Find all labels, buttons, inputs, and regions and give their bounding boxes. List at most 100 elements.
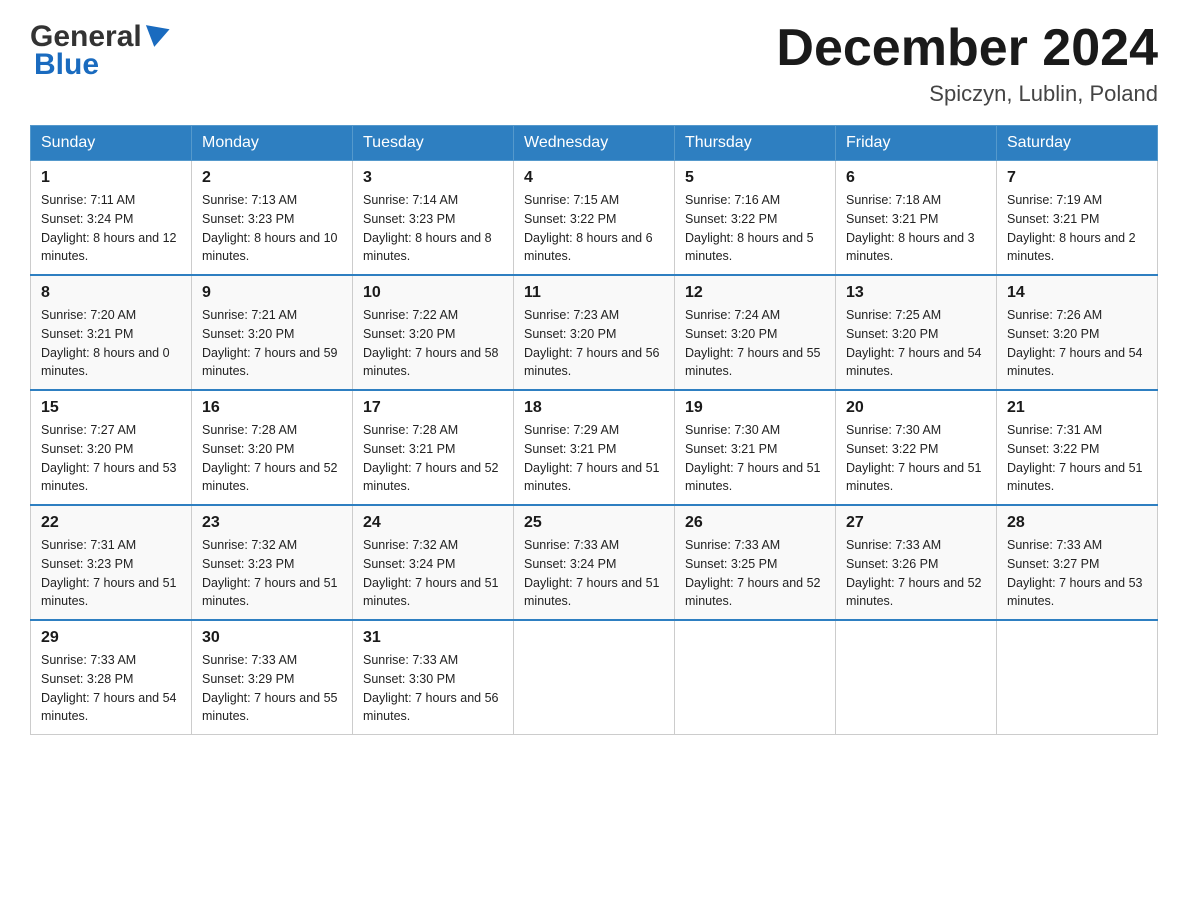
calendar-cell: 23Sunrise: 7:32 AMSunset: 3:23 PMDayligh… xyxy=(192,505,353,620)
week-row-4: 22 Sunrise: 7:31 AMSunset: 3:23 PMDayligh… xyxy=(31,505,1158,620)
day-info: Sunrise: 7:23 AMSunset: 3:20 PMDaylight:… xyxy=(524,306,664,381)
day-number: 1 xyxy=(41,169,181,187)
calendar-cell: 16 Sunrise: 7:28 AMSunset: 3:20 PMDayligh… xyxy=(192,390,353,505)
calendar-cell: 8 Sunrise: 7:20 AMSunset: 3:21 PMDaylight… xyxy=(31,275,192,390)
calendar-cell: 9 Sunrise: 7:21 AMSunset: 3:20 PMDaylight… xyxy=(192,275,353,390)
day-info: Sunrise: 7:33 AMSunset: 3:26 PMDaylight:… xyxy=(846,536,986,611)
day-number: 10 xyxy=(363,284,503,302)
day-number: 31 xyxy=(363,629,503,647)
calendar-cell xyxy=(836,620,997,735)
calendar-cell: 21Sunrise: 7:31 AMSunset: 3:22 PMDayligh… xyxy=(997,390,1158,505)
calendar-cell: 4 Sunrise: 7:15 AMSunset: 3:22 PMDaylight… xyxy=(514,161,675,276)
header-thursday: Thursday xyxy=(675,126,836,161)
day-info: Sunrise: 7:13 AMSunset: 3:23 PMDaylight:… xyxy=(202,191,342,266)
day-number: 26 xyxy=(685,514,825,532)
day-number: 6 xyxy=(846,169,986,187)
week-row-1: 1 Sunrise: 7:11 AMSunset: 3:24 PMDaylight… xyxy=(31,161,1158,276)
day-info: Sunrise: 7:33 AMSunset: 3:27 PMDaylight:… xyxy=(1007,536,1147,611)
day-info: Sunrise: 7:33 AMSunset: 3:30 PMDaylight:… xyxy=(363,651,503,726)
day-info: Sunrise: 7:15 AMSunset: 3:22 PMDaylight:… xyxy=(524,191,664,266)
day-info: Sunrise: 7:31 AMSunset: 3:23 PMDaylight:… xyxy=(41,536,181,611)
calendar-cell: 31 Sunrise: 7:33 AMSunset: 3:30 PMDayligh… xyxy=(353,620,514,735)
calendar-cell: 22 Sunrise: 7:31 AMSunset: 3:23 PMDayligh… xyxy=(31,505,192,620)
header-monday: Monday xyxy=(192,126,353,161)
day-number: 11 xyxy=(524,284,664,302)
calendar-cell: 10 Sunrise: 7:22 AMSunset: 3:20 PMDayligh… xyxy=(353,275,514,390)
day-number: 28 xyxy=(1007,514,1147,532)
day-info: Sunrise: 7:28 AMSunset: 3:20 PMDaylight:… xyxy=(202,421,342,496)
day-number: 4 xyxy=(524,169,664,187)
calendar-cell: 30 Sunrise: 7:33 AMSunset: 3:29 PMDayligh… xyxy=(192,620,353,735)
day-info: Sunrise: 7:19 AMSunset: 3:21 PMDaylight:… xyxy=(1007,191,1147,266)
header-friday: Friday xyxy=(836,126,997,161)
day-number: 16 xyxy=(202,399,342,417)
logo-triangle-icon xyxy=(142,25,169,49)
day-info: Sunrise: 7:11 AMSunset: 3:24 PMDaylight:… xyxy=(41,191,181,266)
day-info: Sunrise: 7:30 AMSunset: 3:21 PMDaylight:… xyxy=(685,421,825,496)
day-number: 20 xyxy=(846,399,986,417)
day-number: 3 xyxy=(363,169,503,187)
calendar-cell: 7 Sunrise: 7:19 AMSunset: 3:21 PMDaylight… xyxy=(997,161,1158,276)
day-info: Sunrise: 7:21 AMSunset: 3:20 PMDaylight:… xyxy=(202,306,342,381)
day-number: 9 xyxy=(202,284,342,302)
day-info: Sunrise: 7:18 AMSunset: 3:21 PMDaylight:… xyxy=(846,191,986,266)
day-info: Sunrise: 7:33 AMSunset: 3:24 PMDaylight:… xyxy=(524,536,664,611)
logo: General Blue xyxy=(30,20,170,82)
calendar-table: SundayMondayTuesdayWednesdayThursdayFrid… xyxy=(30,125,1158,735)
day-number: 27 xyxy=(846,514,986,532)
day-info: Sunrise: 7:31 AMSunset: 3:22 PMDaylight:… xyxy=(1007,421,1147,496)
day-info: Sunrise: 7:28 AMSunset: 3:21 PMDaylight:… xyxy=(363,421,503,496)
calendar-cell xyxy=(675,620,836,735)
header-wednesday: Wednesday xyxy=(514,126,675,161)
header-tuesday: Tuesday xyxy=(353,126,514,161)
day-info: Sunrise: 7:20 AMSunset: 3:21 PMDaylight:… xyxy=(41,306,181,381)
day-number: 13 xyxy=(846,284,986,302)
calendar-cell: 2 Sunrise: 7:13 AMSunset: 3:23 PMDaylight… xyxy=(192,161,353,276)
week-row-3: 15Sunrise: 7:27 AMSunset: 3:20 PMDayligh… xyxy=(31,390,1158,505)
day-number: 25 xyxy=(524,514,664,532)
calendar-cell: 5Sunrise: 7:16 AMSunset: 3:22 PMDaylight… xyxy=(675,161,836,276)
day-number: 5 xyxy=(685,169,825,187)
day-info: Sunrise: 7:30 AMSunset: 3:22 PMDaylight:… xyxy=(846,421,986,496)
month-title: December 2024 xyxy=(776,20,1158,77)
day-number: 18 xyxy=(524,399,664,417)
calendar-cell: 29Sunrise: 7:33 AMSunset: 3:28 PMDayligh… xyxy=(31,620,192,735)
calendar-cell xyxy=(997,620,1158,735)
day-number: 19 xyxy=(685,399,825,417)
calendar-cell: 28 Sunrise: 7:33 AMSunset: 3:27 PMDayligh… xyxy=(997,505,1158,620)
day-number: 22 xyxy=(41,514,181,532)
calendar-cell: 25 Sunrise: 7:33 AMSunset: 3:24 PMDayligh… xyxy=(514,505,675,620)
title-section: December 2024 Spiczyn, Lublin, Poland xyxy=(776,20,1158,107)
day-number: 17 xyxy=(363,399,503,417)
day-info: Sunrise: 7:26 AMSunset: 3:20 PMDaylight:… xyxy=(1007,306,1147,381)
calendar-cell: 19 Sunrise: 7:30 AMSunset: 3:21 PMDayligh… xyxy=(675,390,836,505)
day-info: Sunrise: 7:25 AMSunset: 3:20 PMDaylight:… xyxy=(846,306,986,381)
calendar-cell: 11 Sunrise: 7:23 AMSunset: 3:20 PMDayligh… xyxy=(514,275,675,390)
header-sunday: Sunday xyxy=(31,126,192,161)
day-info: Sunrise: 7:32 AMSunset: 3:24 PMDaylight:… xyxy=(363,536,503,611)
day-number: 14 xyxy=(1007,284,1147,302)
calendar-cell: 27 Sunrise: 7:33 AMSunset: 3:26 PMDayligh… xyxy=(836,505,997,620)
day-number: 2 xyxy=(202,169,342,187)
calendar-cell: 12Sunrise: 7:24 AMSunset: 3:20 PMDayligh… xyxy=(675,275,836,390)
day-info: Sunrise: 7:33 AMSunset: 3:28 PMDaylight:… xyxy=(41,651,181,726)
calendar-cell: 18Sunrise: 7:29 AMSunset: 3:21 PMDayligh… xyxy=(514,390,675,505)
day-number: 23 xyxy=(202,514,342,532)
day-number: 8 xyxy=(41,284,181,302)
day-number: 30 xyxy=(202,629,342,647)
header-saturday: Saturday xyxy=(997,126,1158,161)
day-number: 7 xyxy=(1007,169,1147,187)
calendar-cell: 26Sunrise: 7:33 AMSunset: 3:25 PMDayligh… xyxy=(675,505,836,620)
calendar-cell xyxy=(514,620,675,735)
day-number: 12 xyxy=(685,284,825,302)
calendar-cell: 3Sunrise: 7:14 AMSunset: 3:23 PMDaylight… xyxy=(353,161,514,276)
calendar-cell: 24Sunrise: 7:32 AMSunset: 3:24 PMDayligh… xyxy=(353,505,514,620)
calendar-cell: 14 Sunrise: 7:26 AMSunset: 3:20 PMDayligh… xyxy=(997,275,1158,390)
calendar-cell: 6 Sunrise: 7:18 AMSunset: 3:21 PMDaylight… xyxy=(836,161,997,276)
day-info: Sunrise: 7:33 AMSunset: 3:29 PMDaylight:… xyxy=(202,651,342,726)
page-header: General Blue December 2024 Spiczyn, Lubl… xyxy=(30,20,1158,107)
day-info: Sunrise: 7:22 AMSunset: 3:20 PMDaylight:… xyxy=(363,306,503,381)
location-title: Spiczyn, Lublin, Poland xyxy=(776,81,1158,107)
day-info: Sunrise: 7:27 AMSunset: 3:20 PMDaylight:… xyxy=(41,421,181,496)
logo-blue-text: Blue xyxy=(30,48,99,82)
